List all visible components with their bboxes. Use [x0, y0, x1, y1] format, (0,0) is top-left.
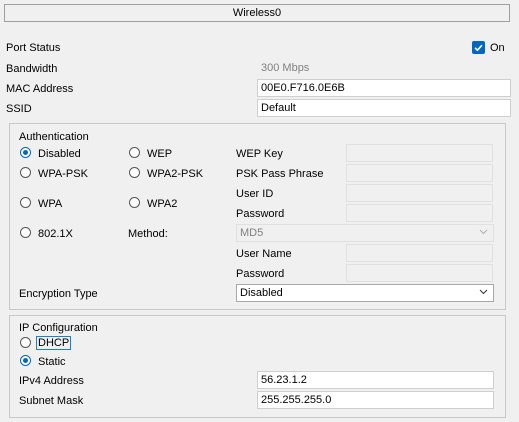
encryption-type-value: Disabled [240, 287, 283, 299]
chevron-down-icon [479, 289, 488, 295]
ip-dhcp-radio[interactable] [20, 337, 31, 348]
bandwidth-field: 300 Mbps [257, 59, 511, 77]
auth-wep-label: WEP [147, 148, 173, 160]
mac-address-field[interactable]: 00E0.F716.0E6B [257, 79, 511, 97]
dhcp-label-text: DHCP [36, 336, 72, 350]
auth-wpa-psk-label: WPA-PSK [38, 168, 88, 180]
ipv4-address-field[interactable]: 56.23.1.2 [257, 371, 494, 389]
method-select: MD5 [236, 224, 494, 242]
encryption-type-label: Encryption Type [19, 288, 98, 300]
user-id-label: User ID [236, 188, 274, 200]
user-name-label: User Name [236, 248, 292, 260]
bandwidth-label: Bandwidth [6, 63, 58, 75]
auth-disabled-radio[interactable] [20, 147, 31, 158]
method-value: MD5 [240, 227, 264, 239]
auth-wpa2-label: WPA2 [147, 198, 178, 210]
checkbox-checked-icon [474, 44, 483, 52]
port-status-on-label: On [490, 42, 505, 54]
auth-8021x-radio[interactable] [20, 227, 31, 238]
port-status-label: Port Status [6, 42, 61, 54]
chevron-down-icon [479, 229, 488, 235]
auth-wpa2-psk-radio[interactable] [129, 167, 140, 178]
wep-key-label: WEP Key [236, 148, 283, 160]
auth-wpa-psk-radio[interactable] [20, 167, 31, 178]
ip-static-label: Static [38, 356, 66, 368]
ip-static-radio[interactable] [20, 355, 31, 366]
auth-wep-radio[interactable] [129, 147, 140, 158]
wep-key-field [346, 144, 493, 162]
ssid-label: SSID [6, 103, 32, 115]
password-field [346, 204, 493, 222]
ipv4-address-label: IPv4 Address [19, 375, 84, 387]
password2-field [346, 264, 493, 282]
page-title: Wireless0 [232, 7, 282, 19]
port-status-checkbox[interactable] [472, 41, 485, 54]
auth-wpa2-radio[interactable] [129, 197, 140, 208]
psk-pass-phrase-label: PSK Pass Phrase [236, 168, 324, 180]
mac-address-label: MAC Address [6, 83, 74, 95]
ssid-field[interactable]: Default [257, 99, 511, 117]
authentication-title: Authentication [19, 131, 89, 143]
password2-label: Password [236, 268, 285, 280]
password-label: Password [236, 208, 285, 220]
auth-wpa-radio[interactable] [20, 197, 31, 208]
ip-configuration-title: IP Configuration [19, 322, 98, 334]
method-label: Method: [128, 228, 168, 240]
auth-8021x-label: 802.1X [38, 228, 73, 240]
psk-pass-phrase-field [346, 164, 493, 182]
auth-wpa2-psk-label: WPA2-PSK [147, 168, 204, 180]
auth-disabled-label: Disabled [38, 148, 81, 160]
ip-dhcp-label: DHCP [36, 336, 72, 350]
auth-wpa-label: WPA [38, 198, 63, 210]
subnet-mask-field[interactable]: 255.255.255.0 [257, 391, 494, 409]
subnet-mask-label: Subnet Mask [19, 395, 84, 407]
user-id-field [346, 184, 493, 202]
encryption-type-select[interactable]: Disabled [236, 284, 494, 302]
user-name-field [346, 244, 493, 262]
